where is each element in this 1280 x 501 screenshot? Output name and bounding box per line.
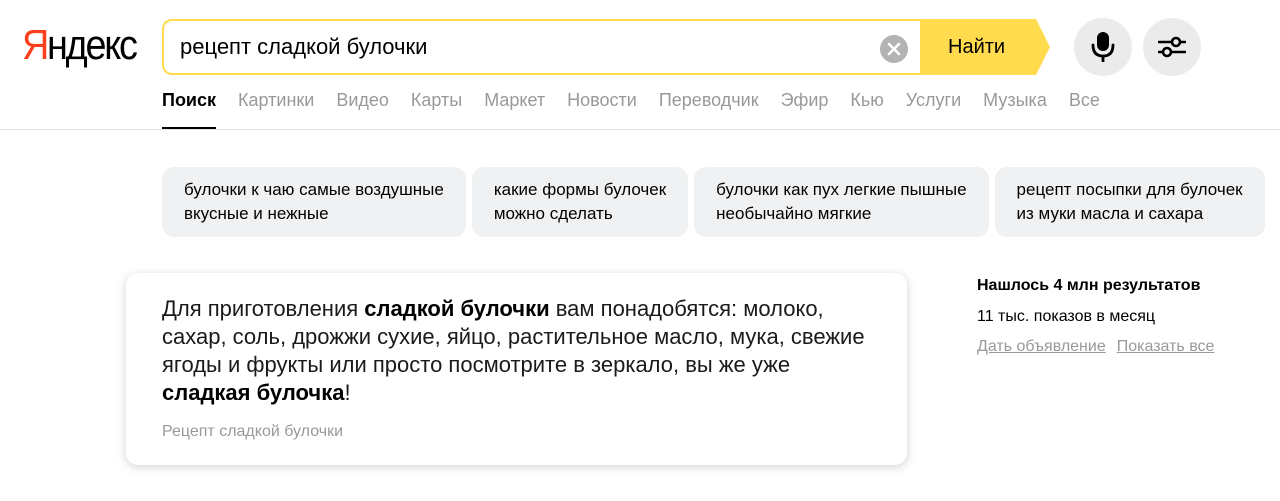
logo-first-letter: Я [22,21,49,68]
search-button[interactable]: Найти [920,19,1050,75]
advertise-link[interactable]: Дать объявление [977,338,1106,355]
quick-answer-text: Для приготовления сладкой булочки вам по… [162,295,871,407]
tab-video[interactable]: Видео [336,88,389,130]
close-icon [887,42,901,56]
tab-music[interactable]: Музыка [983,88,1047,130]
tab-services[interactable]: Услуги [906,88,961,130]
tab-all[interactable]: Все [1069,88,1100,130]
chip-line: вкусные и нежные [184,204,329,223]
chip-line: можно сделать [493,204,613,223]
search-input[interactable] [180,21,870,73]
answer-highlight: сладкой булочки [364,296,550,321]
results-count: Нашлось 4 млн результатов [977,277,1201,294]
chip-line: рецепт посыпки для булочек [1016,180,1243,199]
stats-links: Дать объявление Показать все [977,336,1225,358]
monthly-impressions: 11 тыс. показов в месяц [977,308,1156,325]
tab-translate[interactable]: Переводчик [659,88,759,130]
tab-images[interactable]: Картинки [238,88,314,130]
related-query-chip[interactable]: булочки к чаю самые воздушные вкусные и … [162,167,466,237]
tab-market[interactable]: Маркет [484,88,545,130]
search-box [162,19,922,75]
quick-answer-card: Для приготовления сладкой булочки вам по… [126,273,907,465]
chip-line: булочки к чаю самые воздушные [184,180,444,199]
chip-line: из муки масла и сахара [1016,204,1204,223]
search-settings-button[interactable] [1143,18,1201,76]
tab-q[interactable]: Кью [850,88,883,130]
tab-news[interactable]: Новости [567,88,637,130]
answer-text: Для приготовления [162,296,365,321]
yandex-logo[interactable]: Яндекс [22,21,138,68]
logo-rest: ндекс [47,21,138,68]
chip-line: булочки как пух легкие пышные [716,180,967,199]
tab-maps[interactable]: Карты [411,88,462,130]
related-query-chip[interactable]: булочки как пух легкие пышные необычайно… [694,167,989,237]
voice-search-button[interactable] [1074,18,1132,76]
show-all-link[interactable]: Показать все [1117,338,1215,355]
answer-source[interactable]: Рецепт сладкой булочки [162,423,871,441]
sliders-icon [1158,36,1186,58]
results-stats: Нашлось 4 млн результатов 11 тыс. показо… [977,275,1225,358]
microphone-icon [1091,32,1115,62]
answer-highlight: сладкая булочка [162,380,345,405]
related-query-chip[interactable]: рецепт посыпки для булочек из муки масла… [994,167,1265,237]
search-bar: Найти [162,19,1050,75]
search-tabs: Поиск Картинки Видео Карты Маркет Новост… [162,88,1122,130]
chip-line: необычайно мягкие [716,204,872,223]
tab-efir[interactable]: Эфир [781,88,829,130]
related-query-chip[interactable]: какие формы булочек можно сделать [471,167,689,237]
related-queries: булочки к чаю самые воздушные вкусные и … [162,167,1271,237]
chip-line: какие формы булочек [493,180,667,199]
answer-text: ! [344,380,351,405]
search-button-label: Найти [948,36,1006,58]
header-divider [0,129,1280,130]
tab-search[interactable]: Поиск [162,88,217,130]
clear-search-button[interactable] [880,35,908,63]
